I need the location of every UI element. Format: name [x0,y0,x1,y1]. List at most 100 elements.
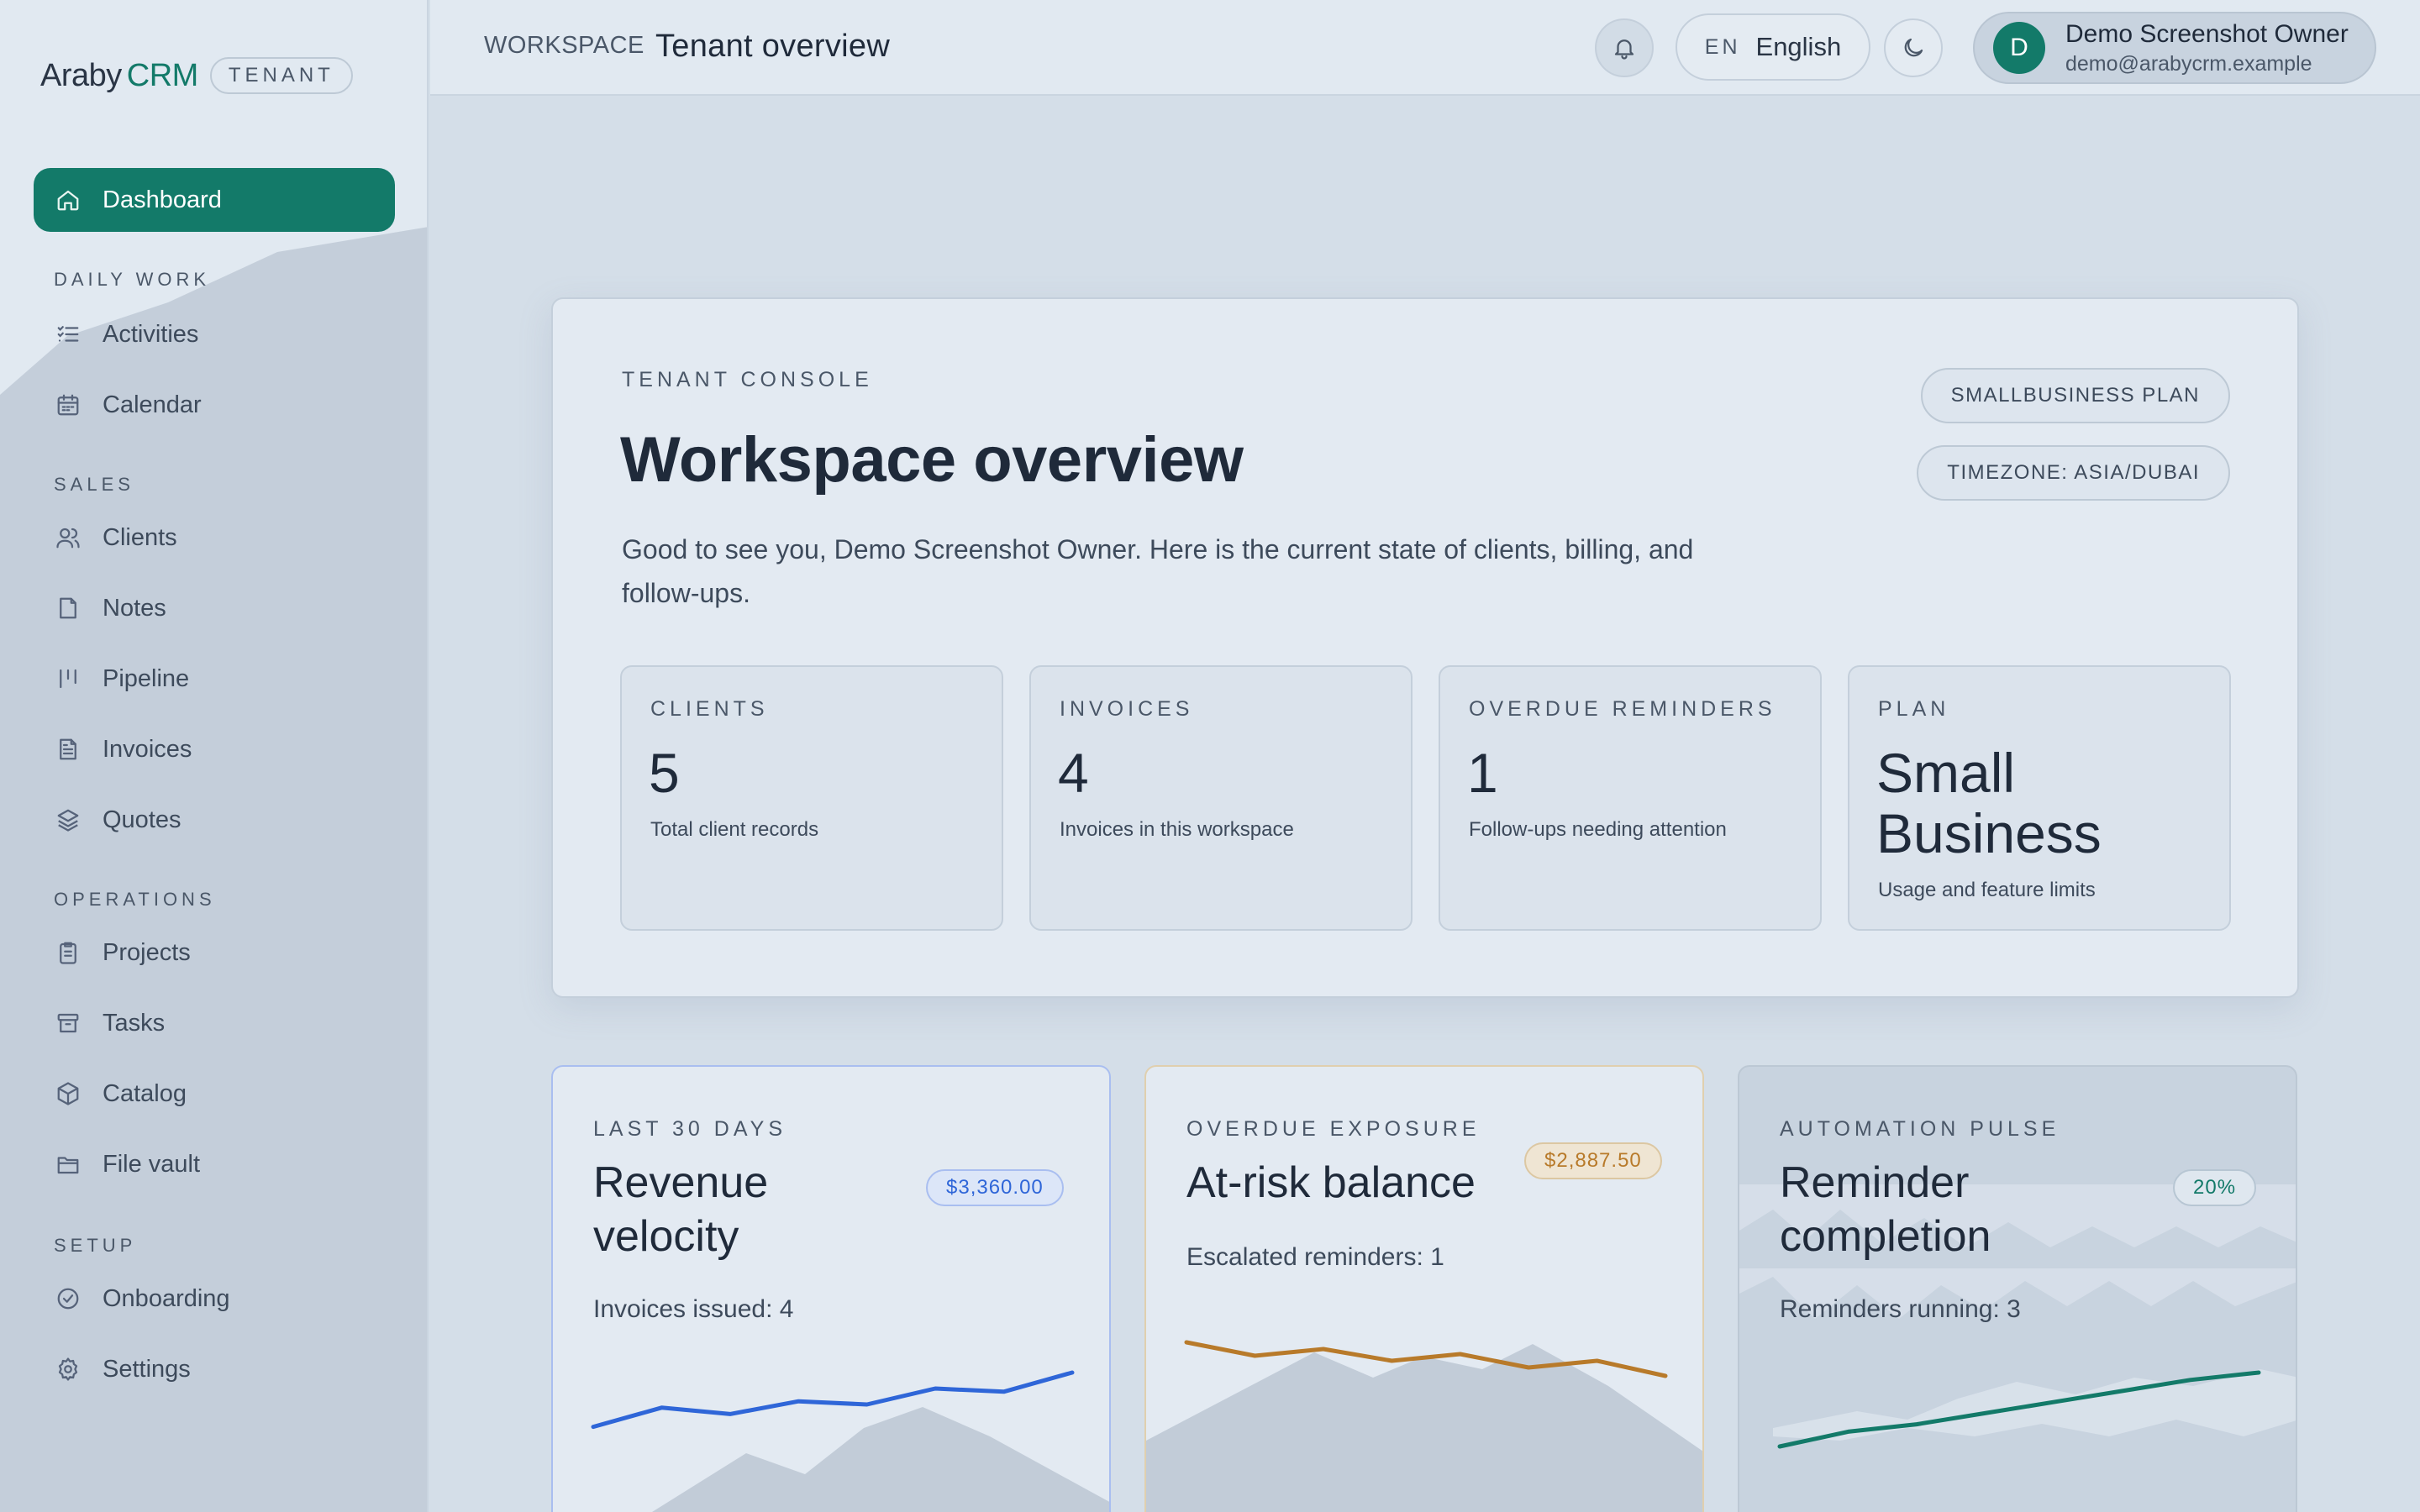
stat-label: INVOICES [1060,697,1194,721]
brand-logo[interactable]: Araby CRM TENANT [40,57,353,94]
stat-card-overdue-reminders[interactable]: OVERDUE REMINDERS 1 Follow-ups needing a… [1439,665,1822,931]
sidebar-item-label: Onboarding [103,1284,230,1312]
sidebar-item-onboarding[interactable]: Onboarding [34,1272,395,1326]
sidebar: Araby CRM TENANT Dashboard DAILY WORK Ac… [0,0,429,1512]
user-name: Demo Screenshot Owner [2065,19,2349,48]
metric-sub: Invoices issued: 4 [593,1295,794,1323]
sidebar-item-label: Invoices [103,735,192,763]
stat-card-clients[interactable]: CLIENTS 5 Total client records [620,665,1003,931]
sidebar-item-calendar[interactable]: Calendar [34,378,395,432]
stat-sub: Usage and feature limits [1878,879,2096,901]
gear-icon [55,1357,81,1382]
stat-sub: Invoices in this workspace [1060,818,1294,841]
users-icon [55,525,81,550]
sidebar-item-label: Dashboard [103,186,222,213]
metric-title: Revenue velocity [593,1158,769,1261]
sidebar-item-label: File vault [103,1150,201,1178]
stat-value: Small Business [1876,742,2102,864]
sidebar-section-daily-work: DAILY WORK [54,269,211,290]
sidebar-item-label: Projects [103,938,191,966]
console-description: Good to see you, Demo Screenshot Owner. … [622,534,1694,608]
stat-label: CLIENTS [650,697,769,721]
stat-value: 5 [649,742,680,804]
sidebar-item-invoices[interactable]: Invoices [34,722,395,776]
package-icon [55,1081,81,1106]
sidebar-item-label: Clients [103,523,177,551]
metric-sub: Reminders running: 3 [1780,1295,2021,1323]
metric-badge: $3,360.00 [926,1169,1064,1206]
home-icon [55,187,81,213]
moon-icon [1901,35,1926,60]
language-name: English [1755,32,1842,61]
sidebar-item-catalog[interactable]: Catalog [34,1067,395,1121]
checklist-icon [55,322,81,347]
sidebar-item-label: Quotes [103,806,182,833]
sidebar-item-file-vault[interactable]: File vault [34,1137,395,1191]
stat-sub: Follow-ups needing attention [1469,818,1727,841]
notifications-button[interactable] [1595,18,1654,77]
sidebar-item-quotes[interactable]: Quotes [34,793,395,847]
topbar: WORKSPACE Tenant overview EN English D D… [430,0,2420,96]
tenant-console-card: TENANT CONSOLE Workspace overview Good t… [551,297,2299,998]
stat-card-plan[interactable]: PLAN Small Business Usage and feature li… [1848,665,2231,931]
sidebar-item-label: Activities [103,320,199,348]
archive-icon [55,1011,81,1036]
brand-name: Araby [40,57,122,93]
language-code: EN [1704,34,1741,59]
theme-toggle-button[interactable] [1884,18,1943,77]
sidebar-item-label: Tasks [103,1009,166,1037]
sidebar-item-notes[interactable]: Notes [34,581,395,635]
user-menu[interactable]: D Demo Screenshot Owner demo@arabycrm.ex… [1973,12,2376,84]
metric-badge: 20% [2173,1169,2257,1206]
stat-label: OVERDUE REMINDERS [1469,697,1776,721]
sidebar-section-setup: SETUP [54,1235,137,1256]
sidebar-item-label: Notes [103,594,166,622]
invoice-icon [55,737,81,762]
page-title: Tenant overview [655,29,891,64]
stat-value: 4 [1058,742,1089,804]
sidebar-item-projects[interactable]: Projects [34,926,395,979]
bell-icon [1612,35,1637,60]
user-email: demo@arabycrm.example [2065,51,2312,76]
sidebar-item-dashboard[interactable]: Dashboard [34,168,395,232]
note-icon [55,596,81,621]
metric-card-revenue[interactable]: LAST 30 DAYS Revenue velocity $3,360.00 … [551,1065,1111,1512]
metric-card-automation[interactable]: AUTOMATION PULSE Reminder completion 20%… [1738,1065,2297,1512]
pipeline-icon [55,666,81,691]
sidebar-item-pipeline[interactable]: Pipeline [34,652,395,706]
sidebar-item-label: Calendar [103,391,202,418]
metric-title: Reminder completion [1780,1158,1991,1261]
sidebar-item-label: Pipeline [103,664,190,692]
layers-icon [55,807,81,832]
language-selector[interactable]: EN English [1676,13,1870,81]
sidebar-item-tasks[interactable]: Tasks [34,996,395,1050]
sidebar-item-activities[interactable]: Activities [34,307,395,361]
sidebar-section-operations: OPERATIONS [54,889,216,910]
stat-label: PLAN [1878,697,1950,721]
metric-title: At-risk balance [1186,1158,1476,1207]
plan-pill[interactable]: SMALLBUSINESS PLAN [1920,368,2230,423]
metric-eyebrow: OVERDUE EXPOSURE [1186,1117,1481,1141]
stat-value: 1 [1467,742,1498,804]
stat-sub: Total client records [650,818,819,841]
timezone-pill[interactable]: TIMEZONE: ASIA/DUBAI [1917,445,2230,501]
calendar-icon [55,392,81,417]
folder-icon [55,1152,81,1177]
metric-sub: Escalated reminders: 1 [1186,1243,1444,1271]
metric-badge: $2,887.50 [1524,1142,1662,1179]
stat-card-invoices[interactable]: INVOICES 4 Invoices in this workspace [1029,665,1413,931]
check-circle-icon [55,1286,81,1311]
trend-line [591,1370,1075,1430]
console-title: Workspace overview [620,424,1244,496]
brand-accent: CRM [126,57,199,93]
metric-card-overdue[interactable]: OVERDUE EXPOSURE At-risk balance $2,887.… [1144,1065,1704,1512]
avatar: D [1993,22,2045,74]
sidebar-item-settings[interactable]: Settings [34,1342,395,1396]
sidebar-item-clients[interactable]: Clients [34,511,395,564]
metric-eyebrow: AUTOMATION PULSE [1780,1117,2060,1141]
clipboard-icon [55,940,81,965]
breadcrumb-section: WORKSPACE [484,32,644,59]
sidebar-item-label: Catalog [103,1079,187,1107]
user-info: Demo Screenshot Owner demo@arabycrm.exam… [2065,20,2349,76]
sidebar-item-label: Settings [103,1355,191,1383]
